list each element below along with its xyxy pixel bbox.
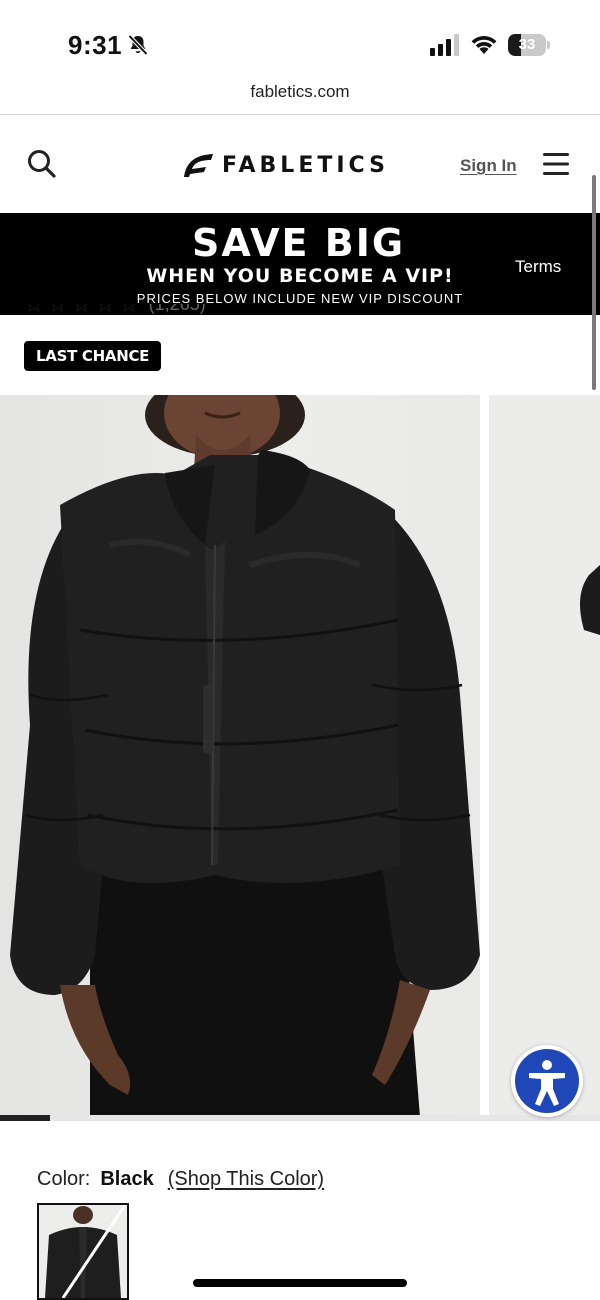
color-label: Color:	[37, 1168, 91, 1190]
search-icon[interactable]	[26, 148, 58, 180]
last-chance-badge: LAST CHANCE	[24, 341, 162, 371]
product-rating[interactable]: ☆ ☆ ☆ ☆ ☆ (1,265)	[24, 304, 206, 322]
scrollbar-thumb[interactable]	[592, 175, 596, 390]
promo-subtitle: WHEN YOU BECOME A VIP!	[146, 265, 454, 287]
site-header: FABLETICS Sign In	[0, 115, 600, 213]
bell-slash-icon	[128, 34, 148, 56]
product-image-main[interactable]	[0, 395, 480, 1117]
accessibility-icon	[529, 1060, 565, 1106]
status-bar: 9:31 33	[0, 0, 600, 80]
home-indicator[interactable]	[193, 1279, 407, 1287]
color-swatch-black[interactable]	[37, 1203, 129, 1300]
star-icon: ☆	[24, 304, 44, 317]
product-image-next[interactable]	[489, 395, 600, 1117]
promo-title: SAVE BIG	[191, 221, 406, 265]
hamburger-menu-icon[interactable]	[543, 151, 569, 177]
product-image-gallery[interactable]	[0, 395, 600, 1117]
swatch-thumbnail	[45, 1205, 127, 1298]
wifi-icon	[471, 36, 497, 54]
next-photo-preview	[580, 565, 600, 635]
terms-link[interactable]: Terms	[515, 257, 561, 277]
vip-promo-banner[interactable]: SAVE BIG WHEN YOU BECOME A VIP! PRICES B…	[0, 213, 600, 315]
color-value: Black	[100, 1168, 154, 1190]
shop-this-color-link[interactable]: (Shop This Color)	[168, 1168, 324, 1191]
color-selector: Color: Black (Shop This Color)	[37, 1168, 324, 1191]
puffer-jacket-photo	[10, 395, 480, 1117]
star-icon: ☆	[47, 304, 68, 317]
battery-indicator: 33	[508, 34, 550, 56]
accessibility-button[interactable]	[511, 1045, 583, 1117]
battery-percent: 33	[518, 36, 536, 53]
status-time: 9:31	[68, 30, 123, 60]
sign-in-link[interactable]: Sign In	[460, 156, 517, 176]
browser-url[interactable]: fabletics.com	[0, 80, 600, 114]
gallery-progress	[0, 1115, 600, 1121]
star-icon: ☆	[95, 304, 115, 317]
brand-wordmark: FABLETICS	[222, 152, 389, 178]
rating-count: (1,265)	[148, 304, 206, 314]
star-icon: ☆	[71, 304, 92, 317]
fabletics-logo-icon	[184, 154, 213, 177]
cellular-signal-icon	[430, 34, 459, 56]
brand-logo[interactable]: FABLETICS	[182, 150, 389, 180]
star-icon: ☆	[118, 304, 139, 317]
